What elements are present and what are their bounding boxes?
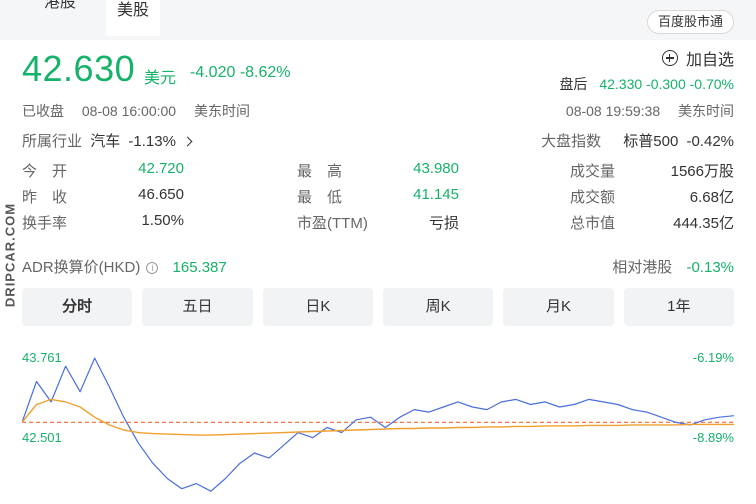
stat-value: 1.50% [141,212,184,229]
change-amount: -4.020 [190,64,236,81]
adr-label: ADR换算价(HKD) [22,259,141,276]
stat-label: 总市值 [570,215,616,232]
chevron-right-icon [182,136,193,147]
intraday-chart[interactable] [22,340,734,504]
index-name: 标普500 [623,133,679,150]
average-price-line [22,398,734,436]
change-percent: -8.62% [239,64,291,81]
after-hours-change: -0.300 [646,76,686,92]
after-hours-change-pct: -0.70% [689,76,734,92]
pct-axis-top-label: -6.19% [692,350,734,365]
currency-label: 美元 [144,70,177,87]
period-tab-intraday[interactable]: 分时 [22,288,133,326]
tab-hk-stocks[interactable]: 港股 [20,0,100,26]
stat-value: 46.650 [138,186,184,203]
stat-label: 换手率 [22,215,68,232]
stats-row: 换手率 1.50% 市盈(TTM) 亏损 总市值 444.35亿 [22,212,734,238]
market-tab-bar: 港股 美股 百度股市通 [0,0,756,40]
stat-value: 1566万股 [670,163,734,180]
stat-label: 最 低 [297,189,343,206]
plus-circle-icon [661,50,678,66]
industry-link[interactable]: 所属行业 汽车 -1.13% [22,130,193,151]
status-state: 已收盘 [22,103,64,119]
baidu-stock-link[interactable]: 百度股市通 [646,10,734,34]
price-change: -4.020 -8.62% [190,64,291,82]
adr-value: 165.387 [172,259,227,276]
stats-row: 昨 收 46.650 最 低 41.145 成交额 6.68亿 [22,186,734,212]
stat-label: 成交量 [570,163,616,180]
stat-value: 42.720 [138,160,184,177]
status-timezone: 美东时间 [193,103,250,119]
stat-label: 市盈(TTM) [297,215,368,232]
industry-label: 所属行业 [22,133,83,150]
watermark-text: DRIPCAR.COM [2,202,18,308]
period-tabs: 分时 五日 日K 周K 月K 1年 [22,288,734,326]
add-watchlist-button[interactable]: 加自选 [661,46,734,70]
after-hours-timezone: 美东时间 [678,103,734,119]
after-hours-price: 42.330 [599,76,643,92]
stat-label: 最 高 [297,163,343,180]
add-watchlist-label: 加自选 [685,52,734,69]
stats-grid: 今 开 42.720 最 高 43.980 成交量 1566万股 昨 收 46.… [22,160,734,238]
period-tab-daily-k[interactable]: 日K [262,288,373,326]
status-time: 08-08 16:00:00 [81,103,177,119]
stat-value: 6.68亿 [689,189,734,206]
pct-axis-mid-label: -8.89% [692,430,734,445]
index-label: 大盘指数 [541,133,602,150]
period-tab-weekly-k[interactable]: 周K [382,288,494,326]
adr-price: ADR换算价(HKD) i 165.387 [22,256,227,277]
stat-value: 444.35亿 [673,215,734,232]
period-tab-1year[interactable]: 1年 [623,288,734,326]
after-hours-quote: 盘后 42.330 -0.300 -0.70% [559,74,734,94]
stat-label: 今 开 [22,163,68,180]
watermark: DRIPCAR.COM [2,190,18,320]
period-tab-monthly-k[interactable]: 月K [503,288,614,326]
industry-name: 汽车 [90,133,121,150]
market-index[interactable]: 大盘指数 标普500 -0.42% [541,130,734,151]
after-hours-timestamp: 08-08 19:59:38 [565,103,661,119]
after-hours-time: 08-08 19:59:38 美东时间 [552,101,734,121]
market-status: 已收盘 08-08 16:00:00 美东时间 [22,101,264,121]
info-icon[interactable]: i [146,262,159,274]
current-price: 42.630 [22,48,136,89]
industry-change: -1.13% [128,133,176,150]
after-hours-label: 盘后 [559,76,588,92]
relative-hk-label: 相对港股 [612,259,673,276]
y-axis-top-label: 43.761 [22,350,62,365]
y-axis-mid-label: 42.501 [22,430,62,445]
stats-row: 今 开 42.720 最 高 43.980 成交量 1566万股 [22,160,734,186]
stat-value: 41.145 [413,186,459,203]
stat-label: 成交额 [570,189,616,206]
stat-value: 亏损 [428,215,459,232]
relative-hk-value: -0.13% [686,259,734,276]
index-change: -0.42% [686,133,734,150]
stat-label: 昨 收 [22,189,68,206]
relative-hk: 相对港股 -0.13% [612,256,734,277]
period-tab-5day[interactable]: 五日 [142,288,253,326]
stat-value: 43.980 [413,160,459,177]
tab-us-stocks[interactable]: 美股 [106,0,160,36]
